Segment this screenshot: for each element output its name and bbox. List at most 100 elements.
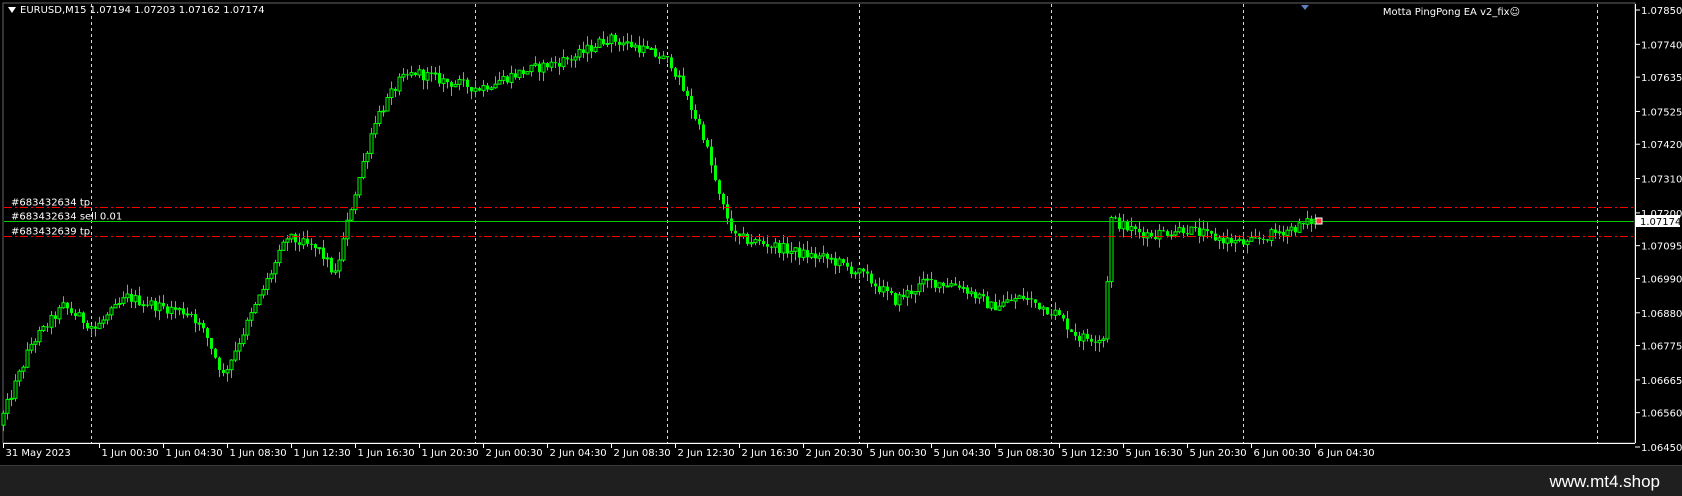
candle-body-bull <box>897 294 902 306</box>
x-tick-label: 2 Jun 12:30 <box>678 448 735 459</box>
candle-body-bull <box>781 242 786 254</box>
candle-body-bull <box>257 294 262 306</box>
candle-body-bear <box>670 57 673 69</box>
y-tick-label: 1.07310 <box>1641 175 1682 186</box>
candle-body-bull <box>381 110 386 113</box>
candle-body-bull <box>533 63 538 66</box>
candle-body-bear <box>618 41 621 45</box>
candle-body-bear <box>322 247 325 259</box>
candle-body-bear <box>1074 331 1077 336</box>
candle-body-bull <box>33 341 38 345</box>
candle-body-bull <box>401 73 406 78</box>
candle-body-bear <box>846 262 849 267</box>
candle-body-bull <box>229 359 234 371</box>
candle-body-bull <box>261 288 266 296</box>
candle-body-bull <box>169 306 174 314</box>
candle-body-bear <box>54 315 57 319</box>
candle-body-bull <box>397 76 402 92</box>
candle-body-bear <box>554 62 557 64</box>
candle-body-bull <box>1173 231 1178 236</box>
candle-body-bear <box>438 73 441 84</box>
x-tick-label: 1 Jun 00:30 <box>102 448 159 459</box>
candle-body-bull <box>157 302 162 312</box>
candle-body-bear <box>730 218 733 231</box>
candle-body-bull <box>233 350 238 361</box>
candle-body-bear <box>446 78 449 83</box>
candle-body-bear <box>1222 237 1225 244</box>
candle-body-bear <box>1274 229 1277 233</box>
candle-body-bull <box>1233 239 1238 244</box>
candle-body-bull <box>753 238 758 244</box>
candle-body-bull <box>13 380 18 399</box>
candle-body-bear <box>702 124 705 141</box>
candle-body-bull <box>473 87 478 92</box>
candle-body-bull <box>749 242 754 245</box>
price-chart[interactable]: #683432634 tp #683432634 sell 0.01 #683432… <box>0 0 1682 465</box>
x-tick-label: 1 Jun 08:30 <box>230 448 287 459</box>
candle-body-bull <box>633 44 638 48</box>
candle-body-bull <box>17 370 22 382</box>
candle-body-bear <box>870 273 873 284</box>
candle-body-bear <box>1294 227 1297 233</box>
candle-body-bull <box>677 75 682 78</box>
candle-body-bull <box>925 278 930 281</box>
candle-body-bear <box>466 79 469 88</box>
candle-body-bull <box>789 250 794 255</box>
candle-body-bull <box>113 303 118 309</box>
x-tick-label: 2 Jun 16:30 <box>742 448 799 459</box>
candle-body-bear <box>1050 314 1053 316</box>
candle-body-bull <box>573 56 578 61</box>
y-tick-label: 1.06665 <box>1641 376 1682 387</box>
dropdown-triangle-icon[interactable] <box>8 7 16 13</box>
candle-body-bear <box>1086 333 1089 339</box>
candle-body-bull <box>285 238 290 243</box>
candle-body-bear <box>982 294 985 297</box>
candle-body-bull <box>101 319 106 324</box>
candle-body-bear <box>194 314 197 324</box>
x-tick-label: 1 Jun 04:30 <box>166 448 223 459</box>
candle-body-bull <box>517 69 522 78</box>
candle-body-bear <box>954 283 957 286</box>
candle-body-bull <box>977 293 982 299</box>
candle-body-bear <box>958 285 961 288</box>
candle-body-bear <box>738 233 741 236</box>
x-tick-label: 2 Jun 20:30 <box>806 448 863 459</box>
chart-window[interactable]: #683432634 tp #683432634 sell 0.01 #683432… <box>0 0 1682 465</box>
candle-body-bull <box>1001 301 1006 307</box>
candle-body-bear <box>138 295 141 306</box>
candle-body-bear <box>710 146 713 166</box>
candle-body-bull <box>561 57 566 68</box>
candle-body-bull <box>837 258 842 267</box>
candle-body-bull <box>501 75 506 81</box>
candle-body-bear <box>1206 229 1209 232</box>
candle-body-bull <box>281 241 286 251</box>
candle-body-bull <box>41 325 46 332</box>
candle-body-bull <box>1017 295 1022 300</box>
x-tick-label: 2 Jun 04:30 <box>550 448 607 459</box>
candle-body-bull <box>1101 338 1106 341</box>
expert-advisor-title: Motta PingPong EA v2_fix☺ <box>1382 7 1520 18</box>
candle-body-bear <box>778 242 781 253</box>
candle-body-bear <box>1118 217 1121 229</box>
candle-body-bull <box>341 238 346 261</box>
candle-body-bull <box>337 259 342 272</box>
candle-body-bull <box>773 242 778 248</box>
candle-body-bull <box>1129 226 1134 231</box>
shift-marker-icon[interactable] <box>1301 5 1309 10</box>
candle-body-bull <box>641 45 646 54</box>
price-axis: 1.07850 1.07740 1.07635 1.07525 1.07420 1.073… <box>1635 4 1682 454</box>
candle-body-bear <box>966 287 969 294</box>
candle-body-bear <box>698 118 701 125</box>
candle-body-bull <box>817 255 822 259</box>
candle-body-bear <box>330 257 333 273</box>
candle-body-bear <box>714 165 717 181</box>
candle-body-bull <box>593 46 598 53</box>
candle-body-bear <box>74 313 77 317</box>
candle-body-bear <box>722 193 725 205</box>
candle-body-bull <box>649 47 654 50</box>
candle-body-bull <box>741 233 746 237</box>
candle-body-bull <box>1005 299 1010 303</box>
candle-body-bear <box>1186 233 1189 235</box>
x-tick-label: 5 Jun 04:30 <box>934 448 991 459</box>
candle-body-bear <box>486 85 489 90</box>
